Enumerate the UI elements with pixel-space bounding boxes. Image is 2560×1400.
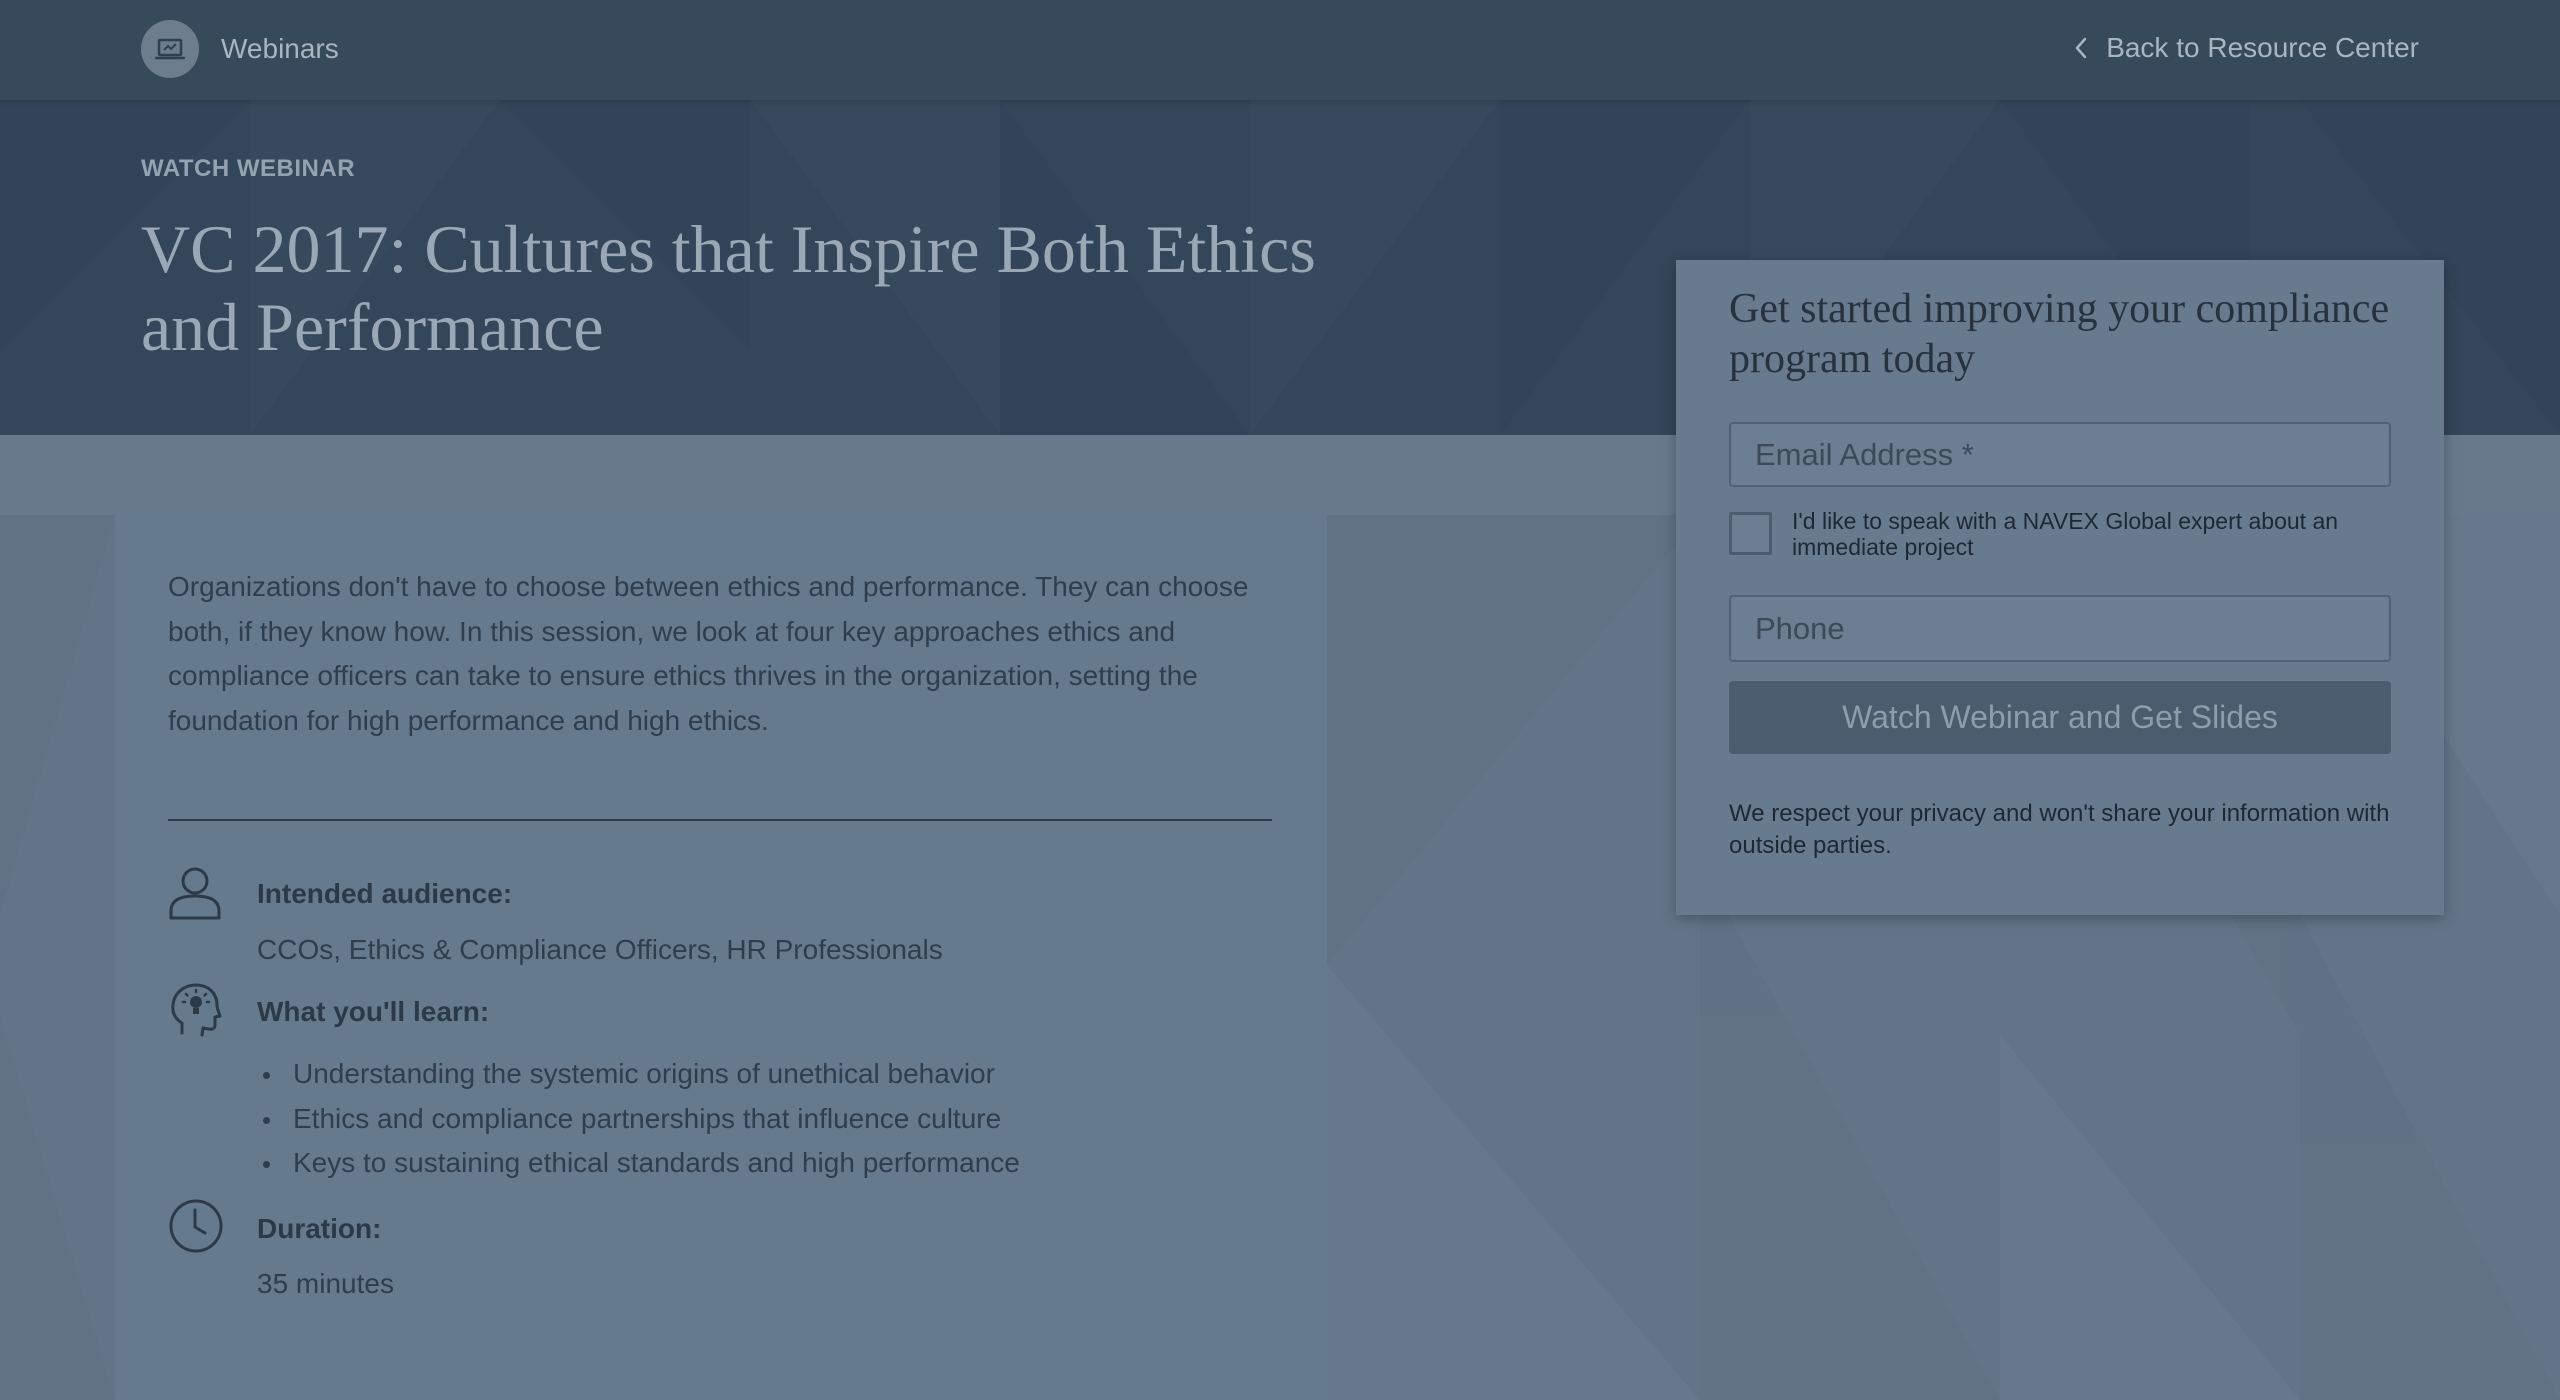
back-to-resource-center-link[interactable]: Back to Resource Center	[2074, 32, 2419, 64]
list-item: Understanding the systemic origins of un…	[257, 1052, 1020, 1097]
webinar-description: Organizations don't have to choose betwe…	[168, 571, 1249, 736]
chevron-left-icon	[2074, 36, 2088, 60]
user-icon	[168, 864, 224, 920]
expert-contact-option: I'd like to speak with a NAVEX Global ex…	[1729, 508, 2391, 560]
head-lightbulb-icon	[168, 981, 224, 1037]
webinars-section-link[interactable]: Webinars	[141, 20, 339, 78]
duration-value: 35 minutes	[257, 1268, 394, 1299]
list-item: Ethics and compliance partnerships that …	[257, 1097, 1020, 1142]
form-title: Get started improving your compliance pr…	[1729, 286, 2390, 382]
expert-contact-checkbox[interactable]	[1729, 512, 1772, 555]
duration-label: Duration:	[257, 1213, 382, 1244]
divider	[168, 819, 1272, 821]
learn-label: What you'll learn:	[257, 996, 490, 1027]
watch-webinar-button[interactable]: Watch Webinar and Get Slides	[1729, 681, 2391, 754]
audience-value: CCOs, Ethics & Compliance Officers, HR P…	[257, 934, 943, 965]
list-item: Keys to sustaining ethical standards and…	[257, 1141, 1020, 1186]
email-input[interactable]	[1729, 422, 2391, 487]
phone-input[interactable]	[1729, 595, 2391, 662]
section-label: Webinars	[221, 33, 339, 64]
learn-list: Understanding the systemic origins of un…	[257, 1052, 1020, 1186]
registration-form: Get started improving your compliance pr…	[1676, 260, 2444, 915]
back-link-label: Back to Resource Center	[2106, 32, 2419, 63]
checkbox-label: I'd like to speak with a NAVEX Global ex…	[1792, 508, 2339, 560]
top-bar: Webinars Back to Resource Center	[0, 0, 2560, 100]
page-title: VC 2017: Cultures that Inspire Both Ethi…	[141, 211, 1316, 365]
privacy-note: We respect your privacy and won't share …	[1729, 800, 2390, 859]
webinar-details-card: Organizations don't have to choose betwe…	[115, 515, 1327, 1400]
clock-icon	[168, 1198, 224, 1254]
audience-label: Intended audience:	[257, 878, 513, 909]
eyebrow-label: WATCH WEBINAR	[141, 155, 356, 182]
laptop-icon	[141, 20, 199, 78]
